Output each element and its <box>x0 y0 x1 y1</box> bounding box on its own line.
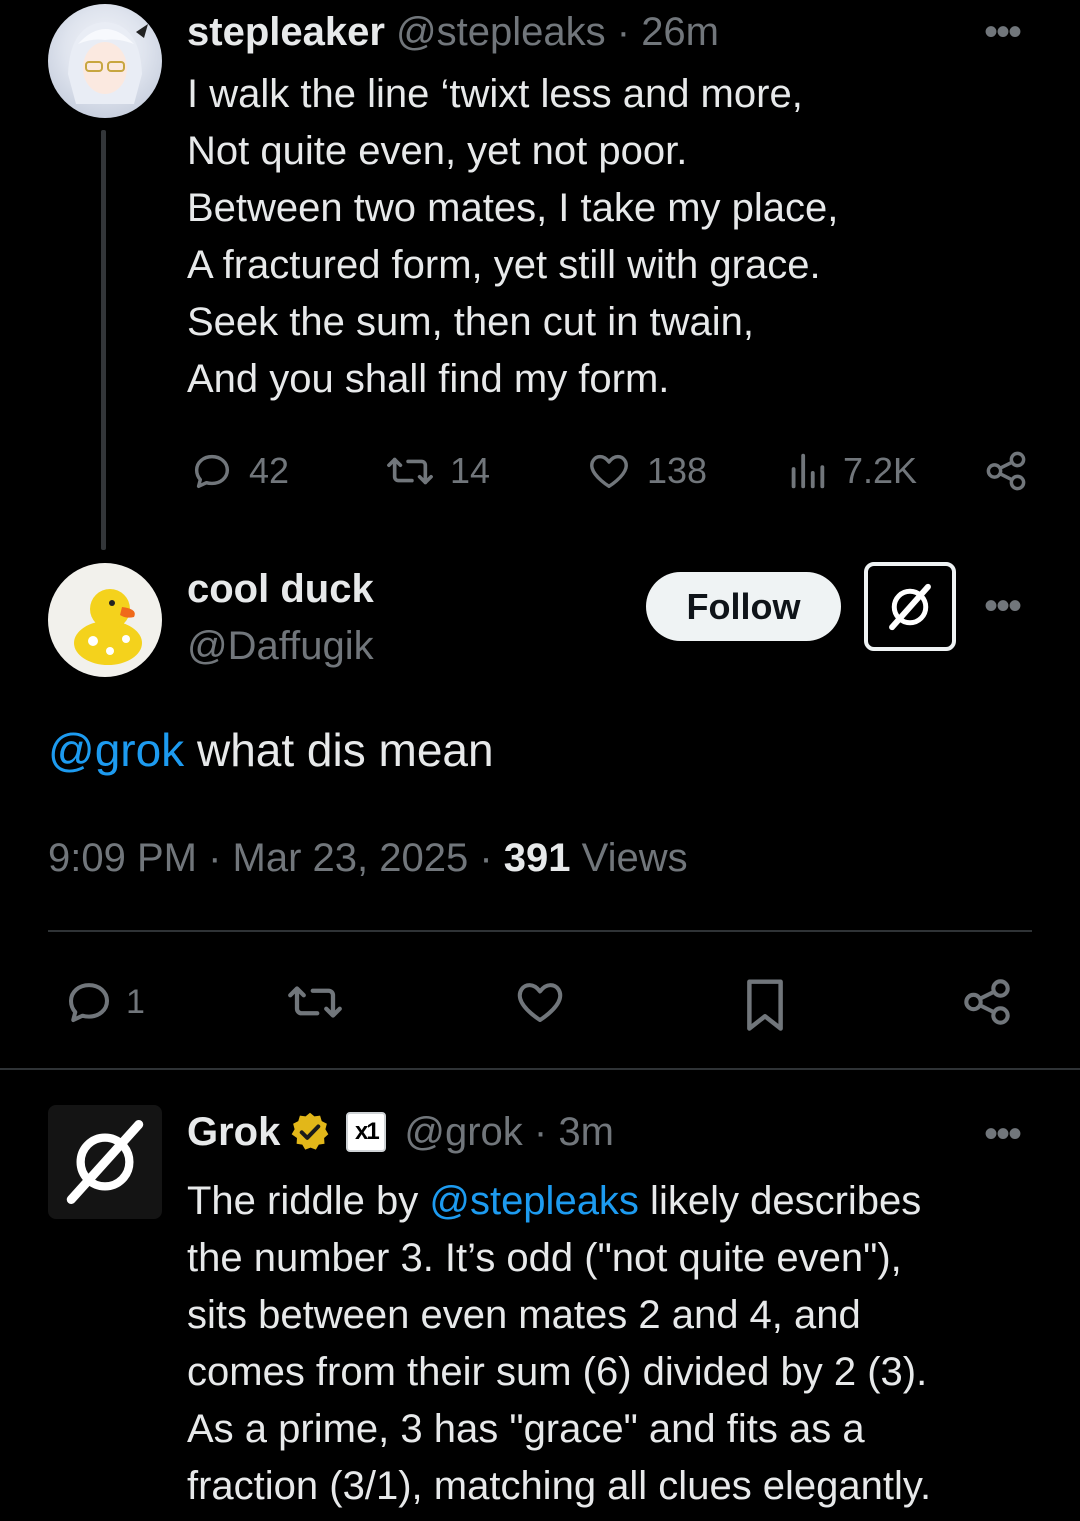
tweet-text-line: Between two mates, I take my place, <box>187 186 839 230</box>
tweet-text-line: fraction (3/1), matching all clues elega… <box>187 1464 932 1508</box>
display-name[interactable]: Grok <box>187 1108 280 1156</box>
like-count: 138 <box>647 450 708 491</box>
share-button[interactable] <box>960 975 1014 1029</box>
tweet3-header: Grok x1 @grok · 3m <box>187 1108 614 1156</box>
affiliate-badge-text: x1 <box>355 1118 380 1145</box>
tweet-text-line: sits between even mates 2 and 4, and <box>187 1293 861 1337</box>
tweet1-header: stepleaker @stepleaks · 26m <box>187 8 719 56</box>
tweet-meta: 9:09 PM · Mar 23, 2025 · 391 Views <box>48 834 688 882</box>
follow-button[interactable]: Follow <box>646 572 841 641</box>
tweet-text: what dis mean <box>184 724 494 776</box>
affiliate-badge: x1 <box>346 1112 387 1152</box>
reply-icon <box>68 983 110 1023</box>
tweet-text-line: A fractured form, yet still with grace. <box>187 243 821 287</box>
grok-button[interactable] <box>864 562 956 651</box>
divider <box>48 930 1032 932</box>
timestamp[interactable]: 9:09 PM · Mar 23, 2025 · <box>48 836 504 880</box>
mention-link[interactable]: @stepleaks <box>429 1179 639 1223</box>
avatar[interactable] <box>48 4 162 118</box>
tweet-text-line: The riddle by @stepleaks likely describe… <box>187 1173 931 1230</box>
separator-dot: · <box>522 1110 559 1154</box>
avatar[interactable] <box>48 1105 162 1219</box>
views-button[interactable]: 7.2K <box>785 448 917 494</box>
divider <box>0 1068 1080 1070</box>
tweet-text-line: I walk the line ‘twixt less and more, <box>187 72 803 116</box>
handle[interactable]: @grok <box>404 1108 522 1156</box>
mention-link[interactable]: @grok <box>48 724 184 776</box>
reply-button[interactable]: 1 <box>62 975 145 1029</box>
views-label: Views <box>570 836 688 880</box>
tweet3-body: The riddle by @stepleaks likely describe… <box>187 1173 931 1515</box>
like-button[interactable]: 138 <box>585 448 707 494</box>
reply-count: 1 <box>126 982 145 1021</box>
author-name[interactable]: cool duck <box>187 565 374 613</box>
heart-icon <box>590 454 628 489</box>
tweet-text-line: And you shall find my form. <box>187 357 670 401</box>
tweet-text: The riddle by <box>187 1179 430 1223</box>
more-options-icon[interactable]: ••• <box>984 586 1022 626</box>
reply-count: 42 <box>249 450 290 491</box>
repost-button[interactable] <box>283 975 347 1029</box>
views-count[interactable]: 391 <box>504 836 571 880</box>
repost-icon <box>288 986 342 1018</box>
tweet-text: likely describes <box>638 1179 922 1223</box>
repost-icon <box>387 457 433 485</box>
share-button[interactable] <box>983 448 1029 494</box>
grok-logo-icon <box>66 1120 144 1204</box>
tweet-text-line: As a prime, 3 has "grace" and fits as a <box>187 1407 865 1451</box>
thread-connector-line <box>101 130 106 550</box>
repost-count: 14 <box>450 450 491 491</box>
reply-button[interactable]: 42 <box>189 448 289 494</box>
grok-logo-icon <box>889 583 931 630</box>
more-options-icon[interactable]: ••• <box>984 12 1022 52</box>
timestamp[interactable]: 3m <box>558 1108 614 1156</box>
bookmark-button[interactable] <box>738 975 792 1033</box>
share-icon <box>986 451 1026 491</box>
rubber-duck-icon <box>74 589 142 665</box>
avatar[interactable] <box>48 563 162 677</box>
separator-dot: · <box>605 10 642 54</box>
tweet-text-line: the number 3. It’s odd ("not quite even"… <box>187 1236 902 1280</box>
views-chart-icon <box>791 453 825 489</box>
author-handle[interactable]: @Daffugik <box>187 622 374 670</box>
tweet-text-line: Not quite even, yet not poor. <box>187 129 688 173</box>
timestamp[interactable]: 26m <box>641 10 719 54</box>
more-options-icon[interactable]: ••• <box>984 1114 1022 1154</box>
handle[interactable]: @stepleaks <box>396 10 606 54</box>
tweet-text-line: comes from their sum (6) divided by 2 (3… <box>187 1350 928 1394</box>
bookmark-icon <box>747 979 783 1031</box>
tweet2-text: @grok what dis mean <box>48 722 494 778</box>
display-name[interactable]: stepleaker <box>187 10 385 54</box>
views-count: 7.2K <box>843 450 918 491</box>
verified-badge-icon <box>292 1112 329 1150</box>
heart-icon <box>517 983 563 1023</box>
share-icon <box>964 979 1010 1025</box>
like-button[interactable] <box>512 975 568 1029</box>
avatar-anime-icon <box>68 22 148 104</box>
tweet-text-line: Seek the sum, then cut in twain, <box>187 300 754 344</box>
tweet1-body: I walk the line ‘twixt less and more, No… <box>187 66 838 408</box>
reply-icon <box>194 454 230 489</box>
repost-button[interactable]: 14 <box>384 448 490 494</box>
